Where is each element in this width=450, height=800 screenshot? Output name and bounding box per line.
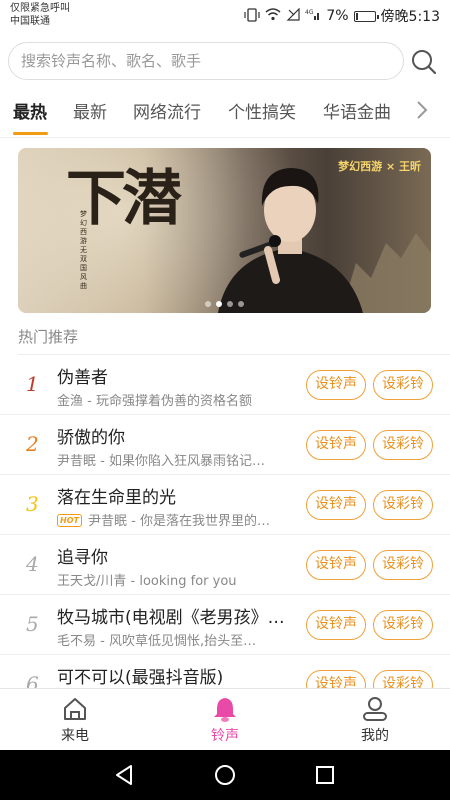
nav-ringtone[interactable]: 铃声 [185, 695, 265, 745]
song-title: 追寻你 [57, 548, 108, 568]
banner-subtitle: 梦幻西游无双国风曲 [80, 210, 87, 290]
song-subtitle: 王天戈/川青 - looking for you [57, 574, 237, 589]
nav-label: 我的 [361, 728, 389, 744]
user-icon [363, 697, 387, 721]
song-lyric: 风吹草低见惆怅,抬头至… [108, 634, 257, 649]
song-title: 落在生命里的光 [57, 488, 176, 508]
recents-icon[interactable] [313, 763, 337, 787]
status-icons: 4G 7% 傍晚5:13 [244, 6, 440, 26]
song-lyric: 你是落在我世界里的… [139, 514, 270, 529]
set-color-ring-button[interactable]: 设彩铃 [373, 430, 433, 460]
carousel-indicator [18, 301, 431, 307]
tab-chinese-classics[interactable]: 华语金曲 [323, 98, 391, 123]
song-row[interactable]: 2 骄傲的你 尹昔眠 - 如果你陷入狂风暴雨铭记… 设铃声 设彩铃 [0, 415, 450, 475]
song-subtitle: 金渔 - 玩命强撑着伪善的资格名额 [57, 394, 252, 409]
song-lyric: looking for you [139, 574, 237, 589]
no-sim-signal-icon [286, 7, 300, 24]
search-box[interactable] [8, 42, 404, 80]
song-title: 伪善者 [57, 368, 108, 388]
song-lyric: 如果你陷入狂风暴雨铭记… [108, 454, 265, 469]
song-rank: 2 [26, 432, 39, 456]
set-color-ring-button[interactable]: 设彩铃 [373, 370, 433, 400]
set-color-ring-button[interactable]: 设彩铃 [373, 490, 433, 520]
search-icon[interactable] [410, 48, 438, 76]
song-title: 牧马城市(电视剧《老男孩》… [57, 608, 285, 628]
set-ringtone-button[interactable]: 设铃声 [306, 430, 366, 460]
song-title: 可不可以(最强抖音版) [57, 668, 224, 688]
song-row[interactable]: 4 追寻你 王天戈/川青 - looking for you 设铃声 设彩铃 [0, 535, 450, 595]
back-icon[interactable] [113, 763, 137, 787]
set-color-ring-button[interactable]: 设彩铃 [373, 610, 433, 640]
wifi-icon [265, 8, 281, 24]
set-color-ring-button[interactable]: 设彩铃 [373, 550, 433, 580]
set-ringtone-button[interactable]: 设铃声 [306, 370, 366, 400]
set-ringtone-button[interactable]: 设铃声 [306, 490, 366, 520]
carrier-name: 中国联通 [10, 16, 50, 27]
song-title: 骄傲的你 [57, 428, 125, 448]
song-artist: 毛不易 [57, 634, 97, 649]
song-artist: 尹昔眠 [57, 454, 97, 469]
signal-4g-icon: 4G [305, 8, 321, 24]
song-row[interactable]: 5 牧马城市(电视剧《老男孩》… 毛不易 - 风吹草低见惆怅,抬头至… 设铃声 … [0, 595, 450, 655]
clock: 傍晚5:13 [380, 9, 440, 25]
set-ringtone-button[interactable]: 设铃声 [306, 610, 366, 640]
nav-mine[interactable]: 我的 [335, 695, 415, 745]
category-tabs: 最热 最新 网络流行 个性搞笑 华语金曲 [0, 88, 450, 138]
tab-internet-popular[interactable]: 网络流行 [133, 98, 201, 123]
song-subtitle: HOT 尹昔眠 - 你是落在我世界里的… [57, 510, 297, 529]
song-artist: 王天戈/川青 [57, 574, 127, 589]
chevron-right-icon[interactable] [412, 98, 432, 122]
home-button-icon[interactable] [213, 763, 237, 787]
bottom-nav: 来电 铃声 我的 [0, 688, 450, 750]
tab-newest[interactable]: 最新 [73, 98, 107, 123]
status-bar: 仅限紧急呼叫 中国联通 4G 7% 傍晚5:13 [0, 0, 450, 32]
section-title: 热门推荐 [18, 328, 79, 346]
tab-hottest[interactable]: 最热 [13, 98, 47, 123]
song-row[interactable]: 3 落在生命里的光 HOT 尹昔眠 - 你是落在我世界里的… 设铃声 设彩铃 [0, 475, 450, 535]
carousel-dot[interactable] [205, 301, 211, 307]
active-tab-indicator [13, 132, 48, 135]
nav-incoming-call[interactable]: 来电 [35, 695, 115, 745]
song-subtitle: 尹昔眠 - 如果你陷入狂风暴雨铭记… [57, 454, 265, 469]
search-input[interactable] [9, 43, 403, 79]
song-lyric: 玩命强撑着伪善的资格名额 [95, 394, 252, 409]
battery-icon [353, 10, 379, 22]
tab-funny[interactable]: 个性搞笑 [228, 98, 296, 123]
song-rank: 4 [26, 552, 39, 576]
carrier-info: 仅限紧急呼叫 中国联通 [10, 2, 70, 28]
song-row[interactable]: 1 伪善者 金渔 - 玩命强撑着伪善的资格名额 设铃声 设彩铃 [0, 355, 450, 415]
carousel-dot[interactable] [238, 301, 244, 307]
battery-percent: 7% [326, 8, 349, 24]
bell-icon [214, 698, 236, 722]
song-artist: 金渔 [57, 394, 84, 409]
search-bar [0, 38, 450, 84]
song-rank: 1 [26, 372, 39, 396]
vibrate-icon [244, 7, 260, 25]
song-rank: 5 [26, 612, 39, 636]
nav-label: 来电 [61, 728, 89, 744]
song-rank: 3 [26, 492, 39, 516]
emergency-only-text: 仅限紧急呼叫 [10, 3, 70, 14]
system-nav-bar [0, 750, 450, 800]
banner-logo: 梦幻西游 × 王昕 [338, 160, 421, 173]
carousel-dot-active[interactable] [216, 301, 222, 307]
carousel-dot[interactable] [227, 301, 233, 307]
hot-badge: HOT [57, 514, 82, 527]
svg-text:4G: 4G [305, 9, 314, 16]
nav-label: 铃声 [211, 728, 239, 744]
song-artist: 尹昔眠 [87, 514, 127, 529]
song-subtitle: 毛不易 - 风吹草低见惆怅,抬头至… [57, 634, 257, 649]
banner-carousel[interactable]: 下潜 梦幻西游无双国风曲 梦幻西游 × 王昕 [18, 148, 431, 313]
set-ringtone-button[interactable]: 设铃声 [306, 550, 366, 580]
home-icon [64, 698, 86, 720]
